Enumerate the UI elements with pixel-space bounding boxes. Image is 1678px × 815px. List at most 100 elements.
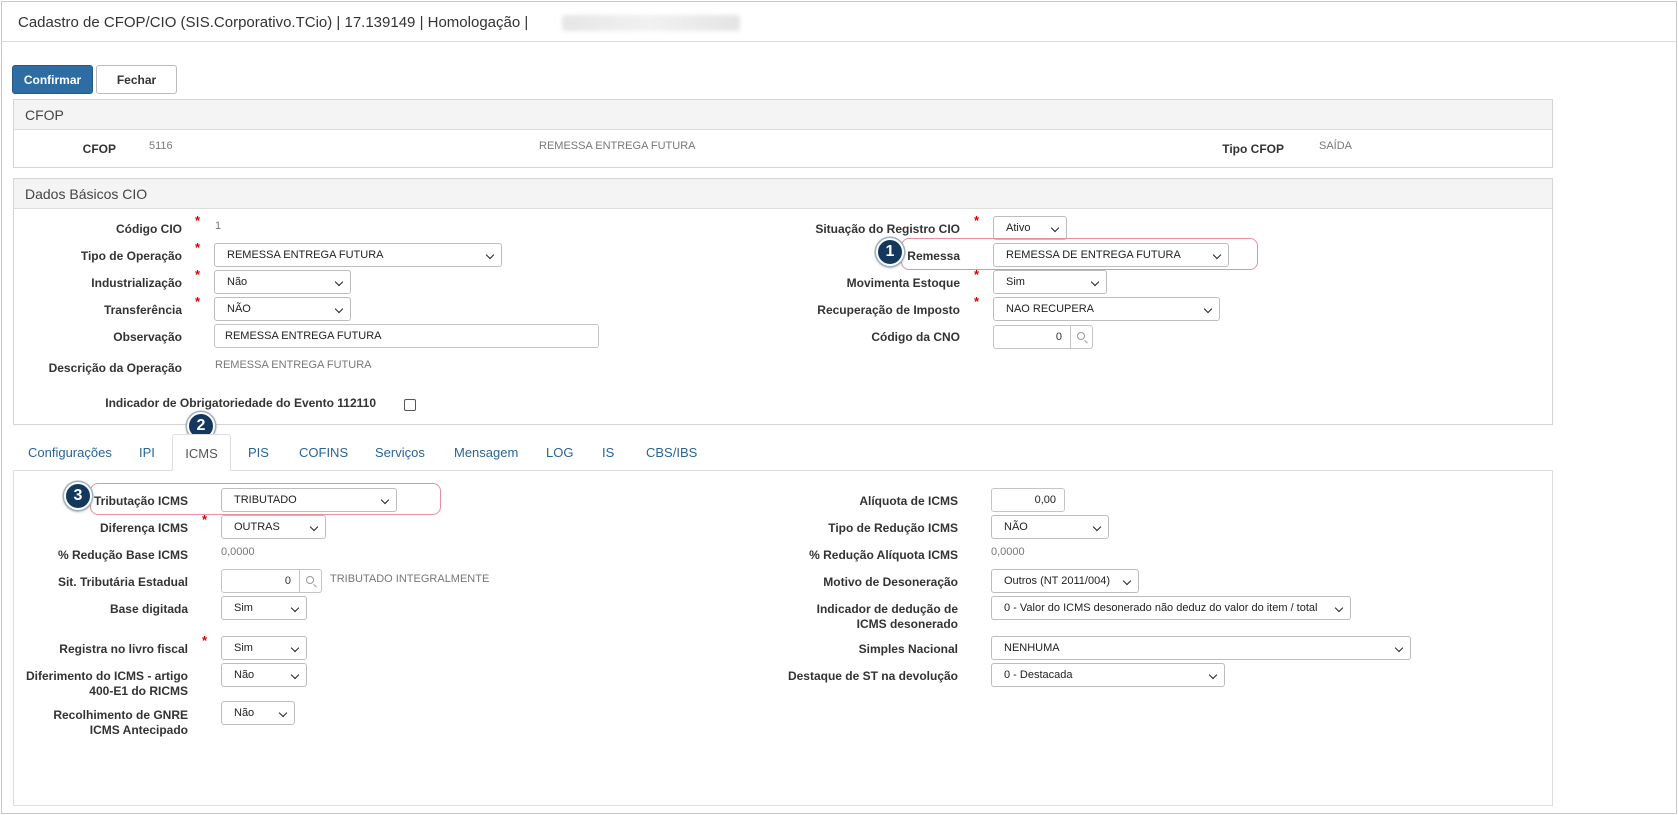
movimenta-estoque-select[interactable]: Sim	[993, 270, 1107, 294]
tab-pis[interactable]: PIS	[248, 434, 269, 471]
codigo-cno-lookup: 0	[993, 325, 1093, 349]
chevron-down-icon	[309, 522, 319, 532]
tab-is[interactable]: IS	[602, 434, 614, 471]
sit-tributaria-lookup: 0	[221, 569, 322, 593]
transferencia-select[interactable]: NÃO	[214, 297, 351, 321]
codigo-cno-input[interactable]: 0	[993, 325, 1071, 349]
indicador-obrigatoriedade-checkbox[interactable]	[404, 399, 416, 411]
sit-tributaria-input[interactable]: 0	[221, 569, 300, 593]
remessa-label: Remessa	[907, 249, 960, 263]
indicador-deducao-selected: 0 - Valor do ICMS desonerado não deduz d…	[1004, 602, 1318, 614]
title-bar: Cadastro de CFOP/CIO (SIS.Corporativo.TC…	[2, 2, 1676, 42]
base-digitada-selected: Sim	[234, 602, 253, 614]
required-marker: *	[195, 267, 201, 282]
chevron-down-icon	[1334, 603, 1344, 613]
required-marker: *	[195, 294, 201, 309]
simples-nacional-select[interactable]: NENHUMA	[991, 636, 1411, 660]
transferencia-label: Transferência	[103, 303, 182, 317]
required-marker: *	[195, 240, 201, 255]
descricao-operacao-label: Descrição da Operação	[48, 361, 182, 375]
tab-icms[interactable]: ICMS	[172, 434, 231, 471]
tab-ipi[interactable]: IPI	[139, 434, 155, 471]
chevron-down-icon	[334, 277, 344, 287]
recolhimento-gnre-select[interactable]: Não	[221, 701, 295, 725]
codigo-cno-search-button[interactable]	[1071, 325, 1093, 349]
remessa-select[interactable]: REMESSA DE ENTREGA FUTURA	[993, 243, 1229, 267]
situacao-registro-select[interactable]: Ativo	[993, 216, 1067, 240]
diferimento-icms-selected: Não	[234, 669, 255, 681]
chevron-down-icon	[290, 643, 300, 653]
descricao-operacao-value: REMESSA ENTREGA FUTURA	[215, 359, 372, 371]
tributacao-icms-label: Tributação ICMS	[93, 494, 188, 508]
chevron-down-icon	[1394, 643, 1404, 653]
tab-bar: Configurações IPI ICMS PIS COFINS Serviç…	[13, 434, 1553, 471]
transferencia-selected: NÃO	[227, 303, 251, 315]
cfop-code: 5116	[149, 140, 173, 152]
required-marker: *	[202, 512, 208, 527]
chevron-down-icon	[334, 304, 344, 314]
base-digitada-select[interactable]: Sim	[221, 596, 307, 620]
registra-livro-selected: Sim	[234, 642, 253, 654]
movimenta-estoque-selected: Sim	[1006, 276, 1025, 288]
aliquota-icms-input[interactable]: 0,00	[991, 488, 1065, 512]
chevron-down-icon	[290, 670, 300, 680]
motivo-desoneracao-label: Motivo de Desoneração	[823, 575, 958, 589]
registra-livro-label: Registra no livro fiscal	[59, 642, 188, 656]
observacao-input[interactable]: REMESSA ENTREGA FUTURA	[214, 324, 599, 348]
tab-configuracoes[interactable]: Configurações	[28, 434, 112, 471]
registra-livro-select[interactable]: Sim	[221, 636, 307, 660]
cfop-label: CFOP	[82, 142, 116, 156]
search-icon	[306, 576, 314, 584]
tipo-reducao-selected: NÃO	[1004, 521, 1028, 533]
destaque-st-select[interactable]: 0 - Destacada	[991, 663, 1225, 687]
sit-tributaria-description: TRIBUTADO INTEGRALMENTE	[330, 573, 490, 585]
codigo-cio-value: 1	[215, 220, 222, 232]
indicador-deducao-select[interactable]: 0 - Valor do ICMS desonerado não deduz d…	[991, 596, 1351, 620]
motivo-desoneracao-select[interactable]: Outros (NT 2011/004)	[991, 569, 1139, 593]
tab-cofins[interactable]: COFINS	[299, 434, 348, 471]
indicador-deducao-label: Indicador de dedução de ICMS desonerado	[816, 602, 958, 631]
observacao-label: Observação	[113, 330, 182, 344]
tipo-operacao-selected: REMESSA ENTREGA FUTURA	[227, 249, 384, 261]
chevron-down-icon	[278, 708, 288, 718]
window-title: Cadastro de CFOP/CIO (SIS.Corporativo.TC…	[18, 14, 529, 31]
industrializacao-select[interactable]: Não	[214, 270, 351, 294]
diferimento-icms-select[interactable]: Não	[221, 663, 307, 687]
redacted-environment	[562, 15, 740, 31]
sit-tributaria-search-button[interactable]	[300, 569, 322, 593]
tributacao-icms-select[interactable]: TRIBUTADO	[221, 488, 397, 512]
diferenca-icms-select[interactable]: OUTRAS	[221, 515, 326, 539]
tab-cbs-ibs[interactable]: CBS/IBS	[646, 434, 697, 471]
reducao-aliquota-label: % Redução Alíquota ICMS	[809, 548, 958, 562]
basic-data-title: Dados Básicos CIO	[25, 186, 148, 202]
sit-tributaria-label: Sit. Tributária Estadual	[57, 575, 188, 589]
tipo-operacao-select[interactable]: REMESSA ENTREGA FUTURA	[214, 243, 502, 267]
industrializacao-label: Industrialização	[91, 276, 182, 290]
cfop-description: REMESSA ENTREGA FUTURA	[539, 140, 696, 152]
tab-mensagem[interactable]: Mensagem	[454, 434, 518, 471]
tipo-reducao-select[interactable]: NÃO	[991, 515, 1109, 539]
base-digitada-label: Base digitada	[109, 602, 188, 616]
situacao-registro-label: Situação do Registro CIO	[815, 222, 960, 236]
tab-log[interactable]: LOG	[546, 434, 573, 471]
required-marker: *	[974, 294, 980, 309]
simples-nacional-selected: NENHUMA	[1004, 642, 1060, 654]
chevron-down-icon	[380, 495, 390, 505]
chevron-down-icon	[1208, 670, 1218, 680]
recuperacao-imposto-label: Recuperação de Imposto	[817, 303, 960, 317]
tipo-reducao-label: Tipo de Redução ICMS	[828, 521, 958, 535]
destaque-st-label: Destaque de ST na devolução	[787, 669, 958, 683]
required-marker: *	[974, 213, 980, 228]
close-button[interactable]: Fechar	[96, 65, 177, 94]
chevron-down-icon	[1092, 522, 1102, 532]
movimenta-estoque-label: Movimenta Estoque	[846, 276, 960, 290]
recuperacao-imposto-select[interactable]: NAO RECUPERA	[993, 297, 1220, 321]
diferenca-icms-label: Diferença ICMS	[99, 521, 188, 535]
recuperacao-imposto-selected: NAO RECUPERA	[1006, 303, 1095, 315]
cfop-panel-title: CFOP	[25, 107, 64, 123]
reducao-base-label: % Redução Base ICMS	[57, 548, 188, 562]
confirm-button[interactable]: Confirmar	[12, 65, 93, 94]
tab-servicos[interactable]: Serviços	[375, 434, 425, 471]
cfop-panel: CFOP CFOP 5116 REMESSA ENTREGA FUTURA Ti…	[13, 99, 1553, 168]
chevron-down-icon	[290, 603, 300, 613]
